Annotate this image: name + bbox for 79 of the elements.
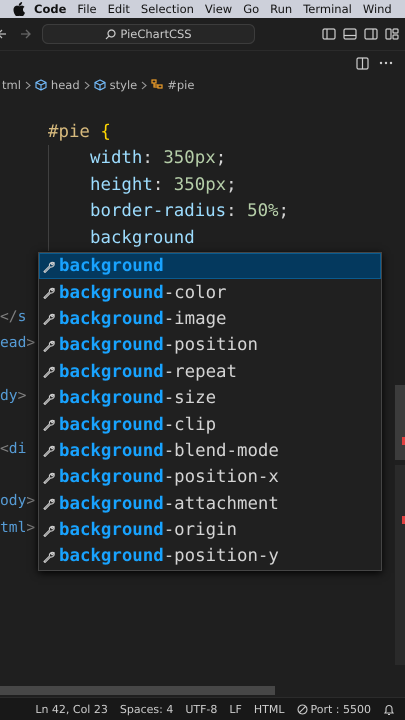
cube-icon [94,79,106,91]
suggestion-item[interactable]: background-clip [39,411,381,438]
wrench-icon [42,470,55,484]
suggestion-item[interactable]: background-origin [39,516,381,544]
chevron-icon [24,80,31,90]
breadcrumb-item[interactable]: tml [2,78,21,92]
wrench-icon [42,260,55,273]
status-item[interactable]: Spaces: 4 [120,702,174,716]
sidebar-left-icon[interactable] [322,27,336,41]
back-arrow-icon[interactable] [0,27,7,41]
sidebar-right-icon[interactable] [364,27,378,41]
menu-item[interactable]: Terminal [303,2,352,16]
suggestion-item[interactable]: background-repeat [39,358,381,385]
suggestion-item[interactable]: background-position-y [39,543,381,570]
error-marker [402,516,405,524]
panel-bottom-icon[interactable] [343,27,357,41]
status-item[interactable]: LF [229,702,242,716]
status-item[interactable]: Ln 42, Col 23 [35,702,108,716]
code-line: border-radius: 50%; [89,200,289,224]
more-icon[interactable] [379,61,393,65]
wrench-icon [42,524,55,537]
status-item[interactable]: HTML [254,702,284,716]
suggestion-item[interactable]: background-position-x [39,464,381,491]
forward-arrow-icon[interactable] [20,27,32,41]
suggestion-item[interactable]: background-color [39,279,381,306]
wrench-icon [42,497,55,510]
layout-icon[interactable] [385,27,399,41]
code-line: tml> [0,518,36,538]
chevron-icon [84,80,90,90]
code-line: height: 350px; [89,174,237,197]
suggestion-item[interactable]: background-attachment [39,490,381,517]
bell-icon[interactable] [383,702,395,716]
code-line: background [89,226,195,250]
menu-item[interactable]: Selection [140,2,194,16]
code-line: #pie { [47,121,111,144]
selector-icon [151,79,164,91]
menu-item[interactable]: Go [243,2,260,16]
menu-item[interactable]: Code [34,2,66,16]
wrench-icon [42,550,55,563]
chevron-icon [141,80,148,90]
wrench-icon [42,365,55,378]
blocked-icon [296,704,308,714]
menu-item[interactable]: File [77,2,97,16]
search-icon [105,28,116,40]
error-marker [402,437,405,445]
code-line: ead> [0,333,36,354]
suggestion-item[interactable]: background-size [39,384,381,412]
wrench-icon [42,444,55,458]
wrench-icon [42,338,55,352]
code-line: <di [0,438,26,459]
code-line: ody> [0,491,36,512]
suggestion-item[interactable]: background [39,253,381,280]
code-line: </s [0,306,26,327]
code-line: width: 350px; [89,147,226,170]
menu-item[interactable]: Edit [108,2,130,16]
code-line: dy> [0,386,26,406]
port-label: Port : 5500 [310,702,371,716]
wrench-icon [42,418,55,432]
breadcrumb-item[interactable]: style [110,78,138,92]
cube-icon [34,79,47,91]
port-status[interactable]: Port : 5500 [296,702,371,716]
suggestion-item[interactable]: background-image [39,306,381,332]
breadcrumb-item[interactable]: head [50,78,80,92]
breadcrumb-item[interactable]: #pie [167,78,194,92]
apple-icon[interactable] [13,2,25,16]
scrollbar-thumb[interactable] [395,385,405,460]
suggestion-item[interactable]: background-position [39,332,381,359]
search-text: PieChartCSS [120,27,192,41]
wrench-icon [42,392,55,405]
status-item[interactable]: UTF-8 [185,702,218,716]
horizontal-scrollbar[interactable] [0,686,275,695]
menu-item[interactable]: Wind [362,2,392,16]
suggestion-item[interactable]: background-blend-mode [39,438,381,464]
split-editor-icon[interactable] [356,56,369,70]
wrench-icon [42,312,55,326]
menu-item[interactable]: View [204,2,232,16]
menu-item[interactable]: Run [270,2,292,16]
wrench-icon [42,286,55,300]
search-field[interactable]: PieChartCSS [42,24,255,44]
